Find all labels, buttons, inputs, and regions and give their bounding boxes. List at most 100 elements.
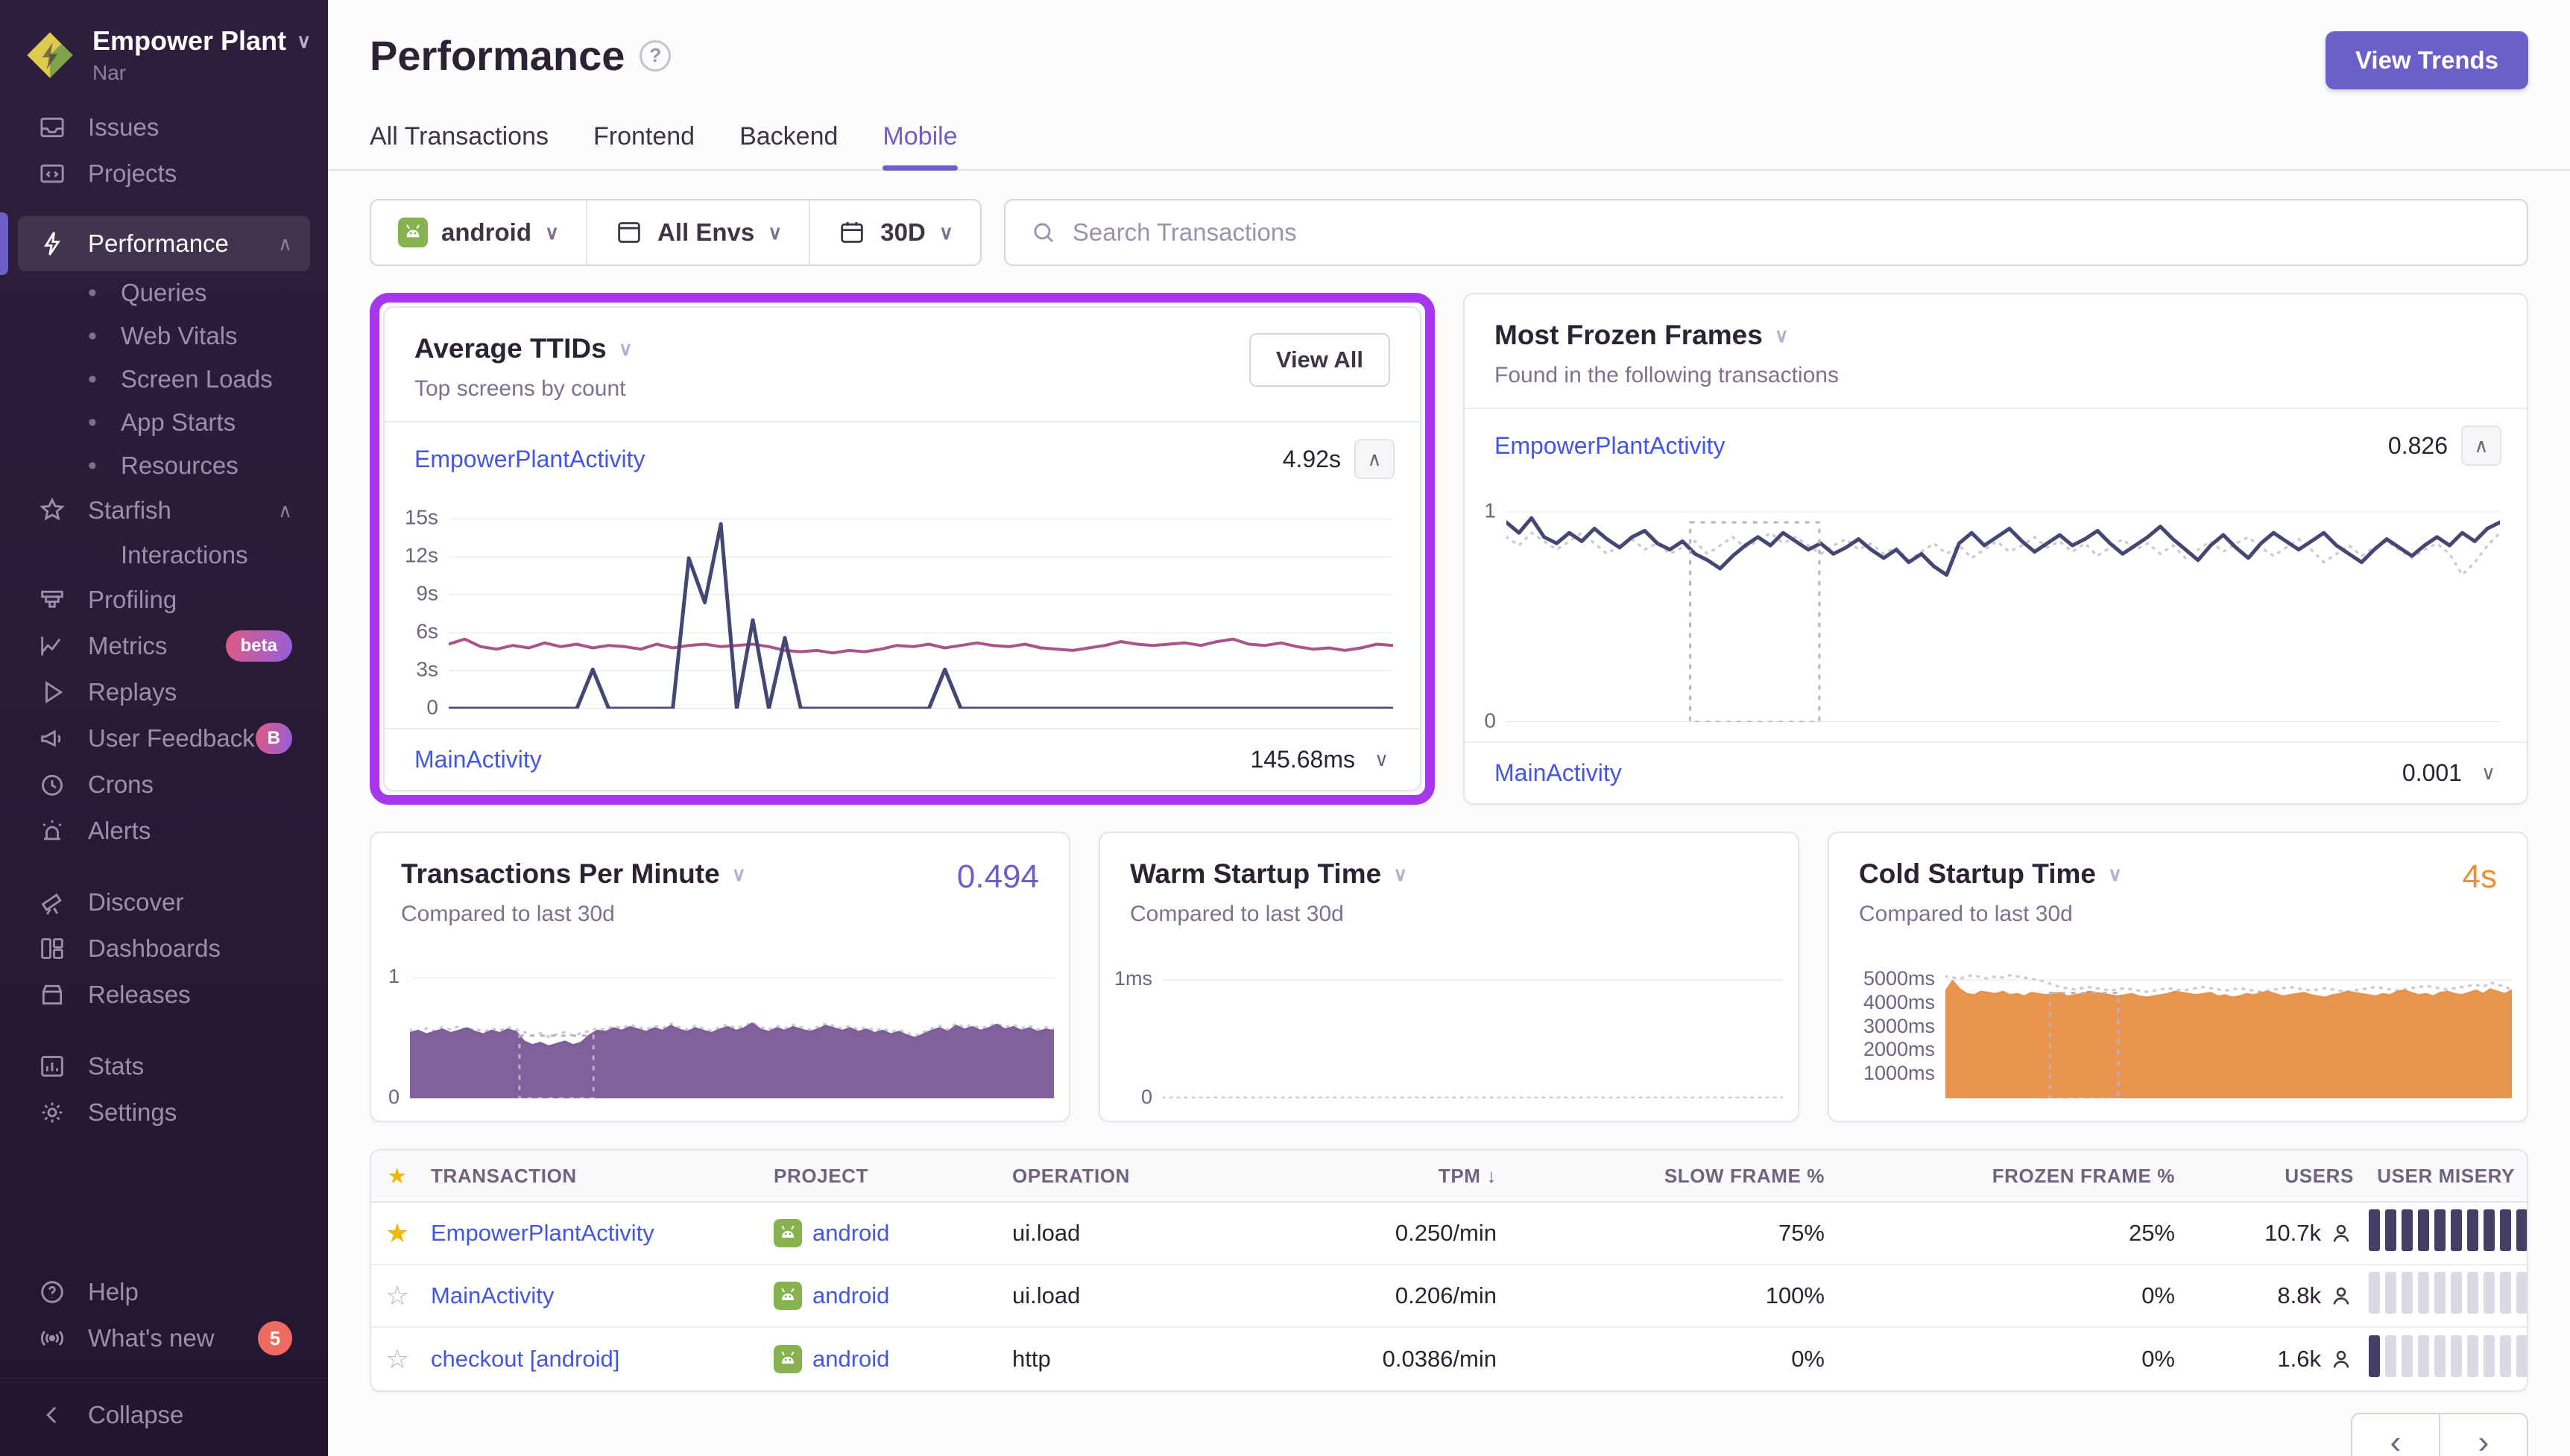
environment-filter[interactable]: All Envs∨ xyxy=(586,200,809,265)
sidebar-item-whats-new[interactable]: What's new 5 xyxy=(18,1315,310,1361)
previous-page-button[interactable]: ‹ xyxy=(2351,1413,2440,1456)
sidebar: Empower Plant∨ Nar Issues Projects Perfo… xyxy=(0,0,328,1456)
sidebar-collapse-button[interactable]: Collapse xyxy=(18,1392,310,1438)
warm-startup-title[interactable]: Warm Startup Time∨ xyxy=(1130,858,1407,890)
android-project-icon xyxy=(774,1219,802,1247)
transaction-link[interactable]: MainActivity xyxy=(431,1282,554,1308)
col-operation: OPERATION xyxy=(1005,1165,1258,1188)
frozen-frames-title[interactable]: Most Frozen Frames∨ xyxy=(1494,320,1839,351)
frozen-frame-cell: 0% xyxy=(1832,1346,2182,1373)
sidebar-item-dashboards[interactable]: Dashboards xyxy=(18,925,310,972)
tab-backend[interactable]: Backend xyxy=(739,122,838,169)
frozen-value: 0.826 xyxy=(2388,432,2448,460)
transaction-link[interactable]: MainActivity xyxy=(1494,759,1622,787)
project-filter[interactable]: android∨ xyxy=(371,200,586,265)
date-range-filter[interactable]: 30D∨ xyxy=(809,200,980,265)
transaction-link[interactable]: EmpowerPlantActivity xyxy=(1494,432,1725,460)
ttid-row-expanded: EmpowerPlantActivity 4.92s ∧ xyxy=(385,421,1420,496)
help-icon xyxy=(36,1276,69,1308)
org-switcher[interactable]: Empower Plant∨ Nar xyxy=(0,21,328,104)
sidebar-item-releases[interactable]: Releases xyxy=(18,972,310,1018)
tpm-subtitle: Compared to last 30d xyxy=(401,902,746,927)
tab-all-transactions[interactable]: All Transactions xyxy=(370,122,549,169)
app-root: Empower Plant∨ Nar Issues Projects Perfo… xyxy=(0,0,2570,1456)
sidebar-item-help[interactable]: Help xyxy=(18,1269,310,1315)
beta-badge: beta xyxy=(226,630,292,662)
sidebar-item-app-starts[interactable]: •App Starts xyxy=(18,401,310,444)
row-star-toggle[interactable]: ★ xyxy=(371,1218,423,1249)
col-users[interactable]: USERS xyxy=(2182,1165,2361,1188)
sidebar-item-queries[interactable]: •Queries xyxy=(18,271,310,314)
highlighted-region: Average TTIDs∨ Top screens by count View… xyxy=(370,293,1435,805)
help-tooltip-icon[interactable]: ? xyxy=(640,40,671,72)
tpm-cell: 0.0386/min xyxy=(1258,1346,1504,1373)
page-filter-group: android∨ All Envs∨ 30D∨ xyxy=(370,199,982,266)
row-star-toggle[interactable]: ☆ xyxy=(371,1343,423,1375)
slow-frame-cell: 100% xyxy=(1504,1282,1832,1309)
sidebar-item-resources[interactable]: •Resources xyxy=(18,444,310,487)
col-slow-frame[interactable]: SLOW FRAME % xyxy=(1504,1165,1832,1188)
view-trends-button[interactable]: View Trends xyxy=(2326,31,2528,89)
col-frozen-frame[interactable]: FROZEN FRAME % xyxy=(1832,1165,2182,1188)
sidebar-item-web-vitals[interactable]: •Web Vitals xyxy=(18,314,310,358)
android-project-icon xyxy=(398,218,428,247)
sidebar-item-crons[interactable]: Crons xyxy=(18,762,310,808)
frozen-frames-subtitle: Found in the following transactions xyxy=(1494,363,1839,388)
tab-frontend[interactable]: Frontend xyxy=(593,122,695,169)
sidebar-item-profiling[interactable]: Profiling xyxy=(18,577,310,623)
sidebar-item-metrics[interactable]: Metrics beta xyxy=(18,623,310,669)
expand-chevron-button[interactable]: ∨ xyxy=(1368,748,1395,771)
star-icon xyxy=(36,494,69,527)
sidebar-item-performance[interactable]: Performance ∧ xyxy=(18,216,310,271)
cold-startup-title[interactable]: Cold Startup Time∨ xyxy=(1859,858,2122,890)
warm-startup-subtitle: Compared to last 30d xyxy=(1130,902,1407,927)
table-row: ☆ MainActivity android ui.load 0.206/min… xyxy=(371,1265,2527,1328)
tpm-title[interactable]: Transactions Per Minute∨ xyxy=(401,858,746,890)
expand-chevron-button[interactable]: ∨ xyxy=(2475,762,2501,785)
tpm-panel: Transactions Per Minute∨ Compared to las… xyxy=(370,832,1070,1122)
dashboards-icon xyxy=(36,932,69,965)
collapse-chevron-button[interactable]: ∧ xyxy=(2461,425,2501,466)
chevron-down-icon: ∨ xyxy=(619,338,633,361)
sidebar-item-issues[interactable]: Issues xyxy=(18,104,310,151)
sidebar-item-discover[interactable]: Discover xyxy=(18,879,310,925)
transaction-link[interactable]: EmpowerPlantActivity xyxy=(414,446,645,473)
transaction-link[interactable]: MainActivity xyxy=(414,746,542,773)
ttid-row-collapsed: MainActivity 145.68ms ∨ xyxy=(385,728,1420,790)
row-star-toggle[interactable]: ☆ xyxy=(371,1280,423,1311)
megaphone-icon xyxy=(36,722,69,755)
col-transaction[interactable]: TRANSACTION xyxy=(423,1165,766,1188)
average-ttids-title[interactable]: Average TTIDs∨ xyxy=(414,333,633,364)
search-input[interactable] xyxy=(1073,218,2503,247)
transaction-link[interactable]: EmpowerPlantActivity xyxy=(431,1220,654,1246)
broadcast-icon xyxy=(36,1322,69,1355)
project-link[interactable]: android xyxy=(812,1220,889,1247)
tpm-cell: 0.250/min xyxy=(1258,1220,1504,1247)
sidebar-item-user-feedback[interactable]: User Feedback B xyxy=(18,715,310,762)
sidebar-item-starfish[interactable]: Starfish ∧ xyxy=(18,487,310,534)
col-tpm-sorted[interactable]: TPM ↓ xyxy=(1258,1165,1504,1188)
user-icon xyxy=(2329,1283,2354,1308)
next-page-button[interactable]: › xyxy=(2439,1413,2528,1456)
sidebar-item-screen-loads[interactable]: •Screen Loads xyxy=(18,358,310,401)
collapse-chevron-button[interactable]: ∧ xyxy=(1354,439,1395,479)
sidebar-item-alerts[interactable]: Alerts xyxy=(18,808,310,854)
sidebar-item-settings[interactable]: Settings xyxy=(18,1089,310,1136)
sidebar-footer-nav: Help What's new 5 Collapse xyxy=(0,1269,328,1438)
sidebar-item-stats[interactable]: Stats xyxy=(18,1043,310,1089)
pagination: ‹ › xyxy=(370,1413,2528,1456)
project-link[interactable]: android xyxy=(812,1346,889,1373)
sidebar-item-replays[interactable]: Replays xyxy=(18,669,310,715)
tab-mobile[interactable]: Mobile xyxy=(883,122,957,169)
sidebar-item-interactions[interactable]: Interactions xyxy=(18,534,310,577)
frozen-frame-cell: 25% xyxy=(1832,1220,2182,1247)
project-link[interactable]: android xyxy=(812,1282,889,1309)
col-project: PROJECT xyxy=(766,1165,1005,1188)
profiling-icon xyxy=(36,583,69,616)
calendar-icon xyxy=(837,218,867,247)
user-icon xyxy=(2329,1221,2354,1246)
view-all-button[interactable]: View All xyxy=(1249,333,1390,387)
transaction-link[interactable]: checkout [android] xyxy=(431,1346,619,1372)
operation-cell: ui.load xyxy=(1005,1220,1258,1247)
sidebar-item-projects[interactable]: Projects xyxy=(18,151,310,197)
